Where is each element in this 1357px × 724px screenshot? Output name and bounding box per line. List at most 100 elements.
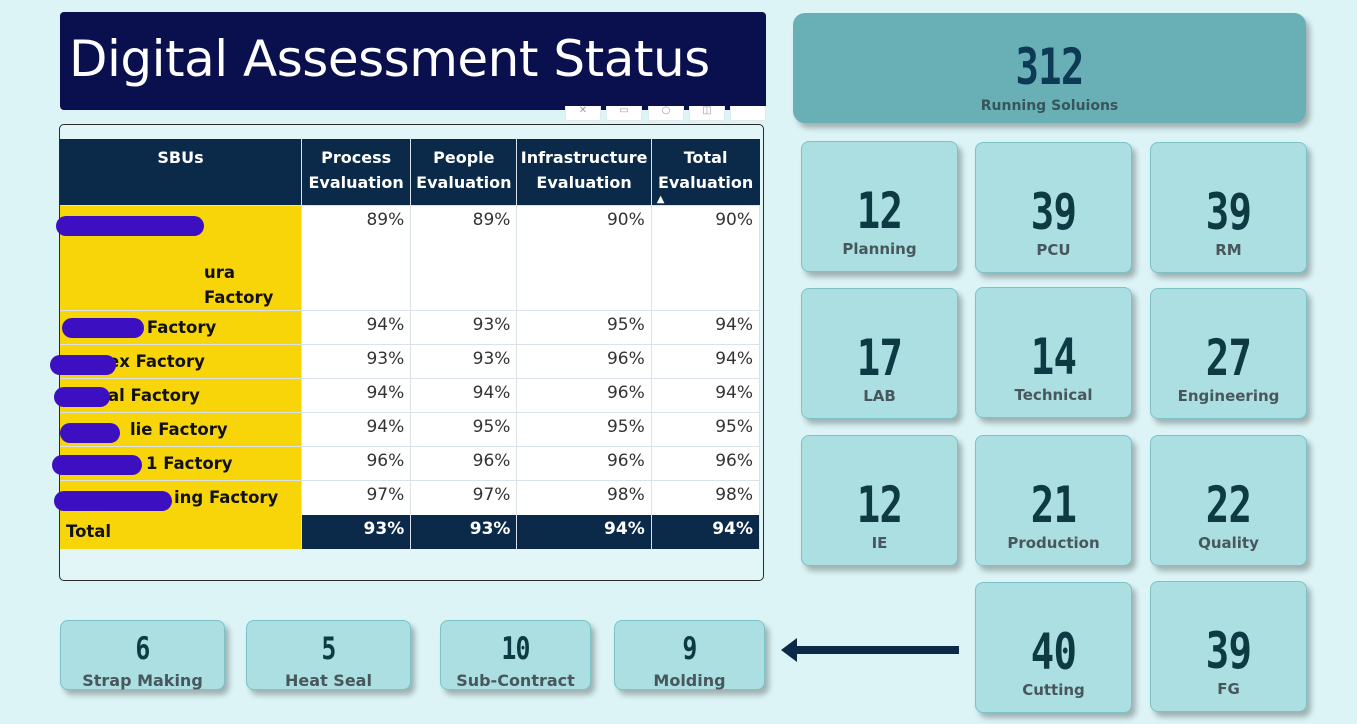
kpi-value: 10 bbox=[501, 631, 530, 667]
column-header-people[interactable]: People Evaluation bbox=[410, 139, 518, 206]
table-row: 1 Factory 96% 96% 96% 96% bbox=[52, 446, 761, 481]
process-cell: 93% bbox=[301, 344, 412, 379]
column-header-process[interactable]: Process Evaluation bbox=[301, 139, 412, 206]
arrow-left-icon bbox=[781, 638, 959, 662]
kpi-value: 39 bbox=[1205, 183, 1252, 241]
redaction-mark bbox=[56, 216, 204, 236]
table-row: al Factory 94% 94% 96% 94% bbox=[54, 378, 761, 413]
redaction-mark bbox=[54, 491, 172, 511]
kpi-label: Molding bbox=[653, 671, 726, 690]
kpi-card-production[interactable]: 21 Production bbox=[975, 435, 1132, 566]
kpi-value: 22 bbox=[1205, 476, 1252, 534]
kpi-card-quality[interactable]: 22 Quality bbox=[1150, 435, 1307, 566]
redaction-mark bbox=[62, 318, 144, 338]
column-header-sbus[interactable]: SBUs bbox=[60, 139, 303, 206]
assessment-matrix-card: SBUs Process Evaluation People Evaluatio… bbox=[50, 124, 764, 581]
infrastructure-cell: 95% bbox=[516, 412, 652, 447]
total-label-cell: Total bbox=[60, 514, 303, 549]
copy-icon[interactable]: ▭ bbox=[606, 106, 642, 121]
kpi-label: Quality bbox=[1198, 534, 1259, 552]
kpi-label: Strap Making bbox=[82, 671, 203, 690]
total-cell: 90% bbox=[651, 205, 761, 311]
kpi-value: 9 bbox=[682, 631, 697, 667]
infrastructure-cell: 95% bbox=[516, 310, 652, 345]
people-cell: 95% bbox=[410, 412, 518, 447]
people-cell: 97% bbox=[410, 480, 518, 515]
kpi-card-rm[interactable]: 39 RM bbox=[1150, 142, 1307, 273]
table-row: e Factory 94% 93% 95% 94% bbox=[60, 310, 761, 345]
assessment-matrix: SBUs Process Evaluation People Evaluatio… bbox=[50, 139, 761, 549]
kpi-value: 6 bbox=[135, 631, 150, 667]
pin-icon[interactable]: ✕ bbox=[565, 106, 601, 121]
kpi-card-sub-contract[interactable]: 10 Sub-Contract bbox=[440, 620, 591, 690]
kpi-card-lab[interactable]: 17 LAB bbox=[801, 288, 958, 419]
sort-ascending-icon[interactable]: ▲ bbox=[564, 195, 758, 205]
redaction-mark bbox=[50, 355, 116, 375]
people-cell: 96% bbox=[410, 446, 518, 481]
kpi-value: 17 bbox=[856, 329, 903, 387]
sbu-cell[interactable]: lie Factory bbox=[60, 412, 303, 447]
table-row: ing Factory 97% 97% 98% 98% bbox=[54, 480, 761, 515]
people-cell: 93% bbox=[410, 310, 518, 345]
more-options-icon[interactable] bbox=[730, 106, 766, 121]
table-row: ura Factory 89% 89% 90% 90% bbox=[56, 205, 761, 311]
total-people-cell: 93% bbox=[410, 514, 518, 549]
kpi-label: RM bbox=[1215, 241, 1242, 259]
kpi-card-fg[interactable]: 39 FG bbox=[1150, 581, 1307, 712]
kpi-card-technical[interactable]: 14 Technical bbox=[975, 287, 1132, 418]
redaction-mark bbox=[54, 387, 110, 407]
kpi-value: 12 bbox=[856, 476, 903, 534]
total-infrastructure-cell: 94% bbox=[516, 514, 652, 549]
kpi-card-planning[interactable]: 12 Planning bbox=[801, 141, 958, 272]
total-cell: 94% bbox=[651, 344, 761, 379]
kpi-card-ie[interactable]: 12 IE bbox=[801, 435, 958, 566]
kpi-value: 12 bbox=[856, 182, 903, 240]
kpi-label: Heat Seal bbox=[285, 671, 372, 690]
running-solutions-card[interactable]: 312 Running Soluions bbox=[793, 13, 1306, 123]
kpi-card-heat-seal[interactable]: 5 Heat Seal bbox=[246, 620, 411, 690]
table-row: ex Factory 93% 93% 96% 94% bbox=[50, 344, 761, 379]
sbu-cell[interactable]: al Factory bbox=[54, 378, 303, 413]
kpi-label: Planning bbox=[842, 240, 917, 258]
total-cell: 98% bbox=[651, 480, 761, 515]
process-cell: 94% bbox=[301, 412, 412, 447]
total-process-cell: 93% bbox=[301, 514, 412, 549]
kpi-label: IE bbox=[871, 534, 888, 552]
kpi-value: 5 bbox=[321, 631, 336, 667]
kpi-card-strap-making[interactable]: 6 Strap Making bbox=[60, 620, 225, 690]
running-solutions-label: Running Soluions bbox=[980, 98, 1119, 114]
page-title: Digital Assessment Status bbox=[69, 30, 710, 88]
process-cell: 94% bbox=[301, 310, 412, 345]
page-title-banner: Digital Assessment Status bbox=[60, 12, 766, 110]
process-cell: 96% bbox=[301, 446, 412, 481]
kpi-value: 40 bbox=[1030, 623, 1077, 681]
process-cell: 89% bbox=[301, 205, 412, 311]
people-cell: 89% bbox=[410, 205, 518, 311]
total-total-cell: 94% bbox=[651, 514, 761, 549]
kpi-card-engineering[interactable]: 27 Engineering bbox=[1150, 288, 1307, 419]
sbu-cell[interactable]: e Factory bbox=[60, 310, 303, 345]
running-solutions-value: 312 bbox=[1015, 38, 1084, 96]
kpi-value: 39 bbox=[1030, 183, 1077, 241]
kpi-label: LAB bbox=[863, 387, 896, 405]
infrastructure-cell: 96% bbox=[516, 344, 652, 379]
kpi-label: FG bbox=[1217, 680, 1240, 698]
sbu-cell[interactable]: ura Factory bbox=[56, 205, 303, 311]
kpi-value: 14 bbox=[1030, 328, 1077, 386]
total-cell: 94% bbox=[651, 378, 761, 413]
sbu-cell[interactable]: ing Factory bbox=[54, 480, 303, 515]
infrastructure-cell: 90% bbox=[516, 205, 652, 311]
redaction-mark bbox=[52, 455, 142, 475]
table-row: lie Factory 94% 95% 95% 95% bbox=[60, 412, 761, 447]
column-header-total[interactable]: Total Evaluation ▲ bbox=[651, 139, 760, 206]
kpi-card-cutting[interactable]: 40 Cutting bbox=[975, 582, 1132, 713]
kpi-card-molding[interactable]: 9 Molding bbox=[614, 620, 765, 690]
sbu-cell[interactable]: ex Factory bbox=[50, 344, 303, 379]
sbu-cell[interactable]: 1 Factory bbox=[52, 446, 303, 481]
process-cell: 94% bbox=[301, 378, 412, 413]
filter-icon[interactable]: ○ bbox=[648, 106, 684, 121]
kpi-card-pcu[interactable]: 39 PCU bbox=[975, 142, 1132, 273]
kpi-value: 21 bbox=[1030, 476, 1077, 534]
focus-mode-icon[interactable]: ◫ bbox=[689, 106, 725, 121]
people-cell: 94% bbox=[410, 378, 518, 413]
